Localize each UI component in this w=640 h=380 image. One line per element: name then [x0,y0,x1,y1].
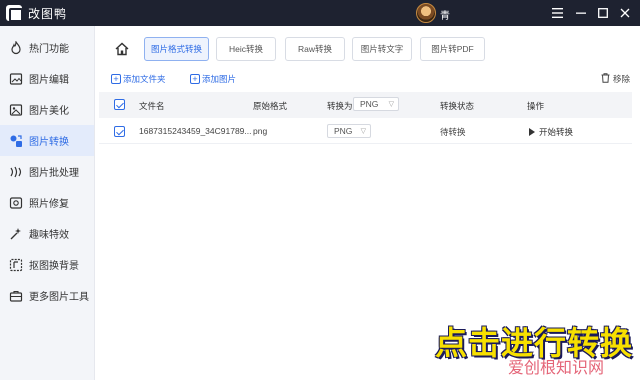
start-convert-button[interactable]: 开始转换 [529,126,573,138]
sidebar-item-image-edit[interactable]: 图片编辑 [0,63,94,94]
app-title: 改图鸭 [28,6,68,21]
sidebar-item-label: 图片美化 [29,106,69,117]
select-all-checkbox[interactable] [114,99,125,110]
sidebar-item-batch[interactable]: 图片批处理 [0,156,94,187]
close-icon[interactable] [616,4,634,22]
row-checkbox[interactable] [114,126,125,137]
maximize-icon[interactable] [594,4,612,22]
table-row: 1687315243459_34C91789... png PNG ▽ 待转换 … [99,118,632,144]
sidebar-item-label: 照片修复 [29,199,69,210]
user-name[interactable]: 青 [440,7,450,22]
global-format-select[interactable]: PNG ▽ [353,97,399,111]
home-icon[interactable] [114,41,130,57]
title-bar: 改图鸭 青 [0,0,640,26]
watermark: 爱创根知识网 [508,360,605,377]
repair-icon [9,196,23,210]
column-header-convert-to: 转换为 [327,101,353,111]
sidebar-item-label: 图片转换 [29,137,69,148]
sidebar-item-label: 图片批处理 [29,168,79,179]
app-logo-icon [6,5,23,22]
menu-icon[interactable] [548,4,566,22]
sidebar-item-label: 图片编辑 [29,75,69,86]
chevron-down-icon: ▽ [360,128,366,135]
row-format-value: PNG [334,126,353,136]
sidebar-item-label: 趣味特效 [29,230,69,241]
column-header-original-format: 原始格式 [253,101,288,111]
tab-heic-convert[interactable]: Heic转换 [216,37,276,61]
trash-icon [601,73,610,85]
sidebar-item-image-convert[interactable]: 图片转换 [0,125,94,156]
tab-image-format-convert[interactable]: 图片格式转换 [144,37,209,61]
table-header: 文件名 原始格式 转换为 PNG ▽ 转换状态 操作 [99,92,632,118]
original-format: png [253,126,268,136]
add-image-label: 添加图片 [202,74,237,84]
fire-icon [9,40,23,55]
sidebar-item-cutout-background[interactable]: 抠图换背景 [0,249,94,280]
sidebar-item-label: 抠图换背景 [29,261,79,272]
column-header-operation: 操作 [527,101,545,111]
minimize-icon[interactable] [572,4,590,22]
add-image-button[interactable]: + 添加图片 [190,73,236,85]
add-folder-label: 添加文件夹 [123,74,166,84]
play-icon [529,128,535,136]
convert-status: 待转换 [440,127,466,137]
sidebar-item-label: 热门功能 [29,44,69,55]
sidebar-item-photo-repair[interactable]: 照片修复 [0,187,94,218]
tab-raw-convert[interactable]: Raw转换 [285,37,345,61]
tab-image-to-pdf[interactable]: 图片转PDF [420,37,485,61]
sidebar-item-image-beautify[interactable]: 图片美化 [0,94,94,125]
start-convert-label: 开始转换 [539,127,574,137]
sidebar: 热门功能 图片编辑 图片美化 图片转换 图片批处理 照片修复 趣味特效 抠图换背… [0,26,95,380]
column-header-filename: 文件名 [139,101,165,111]
toolbox-icon [9,289,23,303]
sidebar-item-hot-features[interactable]: 热门功能 [0,32,94,63]
cutout-icon [9,258,23,272]
remove-label: 移除 [612,74,630,84]
sidebar-item-more-tools[interactable]: 更多图片工具 [0,280,94,311]
chevron-down-icon: ▽ [388,101,394,108]
file-name: 1687315243459_34C91789... [139,126,252,136]
remove-button[interactable]: 移除 [601,73,630,85]
batch-icon [9,165,23,179]
add-folder-icon: + [111,74,121,84]
column-header-status: 转换状态 [440,101,475,111]
image-edit-icon [9,72,23,86]
image-beautify-icon [9,103,23,117]
global-format-value: PNG [360,99,379,109]
tab-image-to-text[interactable]: 图片转文字 [352,37,412,61]
add-image-icon: + [190,74,200,84]
sidebar-item-fun-effects[interactable]: 趣味特效 [0,218,94,249]
sparkle-icon [9,227,23,241]
row-format-select[interactable]: PNG ▽ [327,124,371,138]
sidebar-item-label: 更多图片工具 [29,292,89,303]
add-folder-button[interactable]: + 添加文件夹 [111,73,166,85]
user-avatar[interactable] [416,3,436,23]
convert-icon [9,134,23,148]
